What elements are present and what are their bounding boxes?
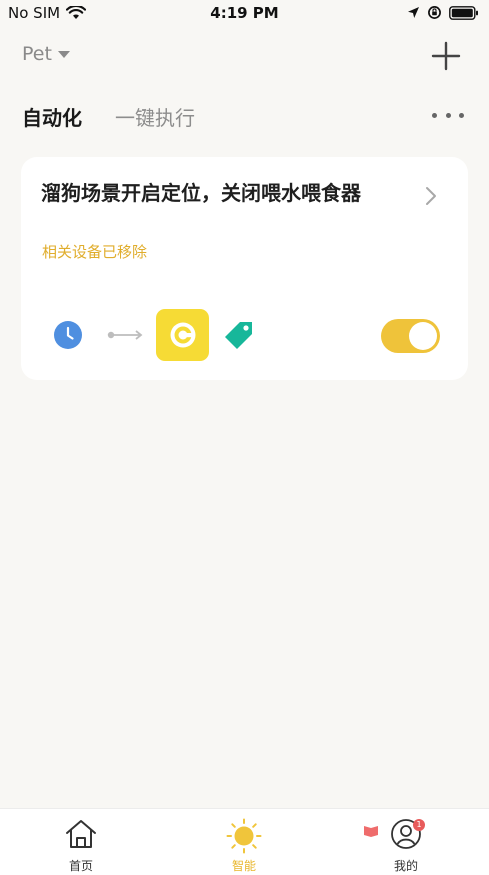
nav-mine[interactable]: 1 我的 xyxy=(364,809,441,875)
dot xyxy=(432,112,437,118)
tab-one-tap[interactable]: 一键执行 xyxy=(115,102,195,131)
notification-badge: 1 xyxy=(413,819,425,831)
device-logo-icon xyxy=(170,322,195,348)
device-icon xyxy=(156,309,209,361)
caret-down-icon xyxy=(57,50,70,58)
more-dots-icon[interactable] xyxy=(432,108,464,122)
automation-toggle[interactable] xyxy=(381,319,440,353)
toggle-knob xyxy=(409,322,437,350)
nav-mine-label: 我的 xyxy=(393,859,418,873)
home-icon xyxy=(66,820,96,848)
battery-icon xyxy=(449,5,478,20)
status-right xyxy=(400,5,479,20)
nav-smart[interactable]: 智能 xyxy=(209,809,279,875)
tab-bar: 自动化 一键执行 xyxy=(22,102,228,131)
bottom-nav: 首页 智能 1 我的 xyxy=(0,808,489,875)
project-name: Pet xyxy=(22,43,52,65)
project-selector[interactable]: Pet xyxy=(22,43,70,65)
arrow-right-icon xyxy=(107,330,143,340)
nav-home-label: 首页 xyxy=(68,859,93,873)
dot xyxy=(445,112,451,118)
clock-icon xyxy=(54,321,82,349)
status-bar: No SIM 4:19 PM xyxy=(0,0,489,28)
location-arrow-icon xyxy=(408,7,419,18)
nav-smart-label: 智能 xyxy=(231,859,256,873)
screen: No SIM 4:19 PM Pet 自动化 一键执行 溜狗场景开启定位，关闭喂… xyxy=(0,0,489,875)
nav-home[interactable]: 首页 xyxy=(46,809,116,875)
chevron-right-icon xyxy=(426,187,436,205)
tag-icon xyxy=(225,322,252,349)
tab-automation[interactable]: 自动化 xyxy=(22,102,82,131)
automation-card[interactable]: 溜狗场景开启定位，关闭喂水喂食器 相关设备已移除 xyxy=(21,157,468,380)
dot xyxy=(459,112,464,118)
add-button[interactable] xyxy=(430,40,462,72)
automation-title: 溜狗场景开启定位，关闭喂水喂食器 xyxy=(41,181,361,205)
ribbon-icon xyxy=(364,826,378,837)
automation-status: 相关设备已移除 xyxy=(42,243,148,261)
sun-icon xyxy=(226,818,262,854)
rotation-lock-icon xyxy=(428,6,441,19)
